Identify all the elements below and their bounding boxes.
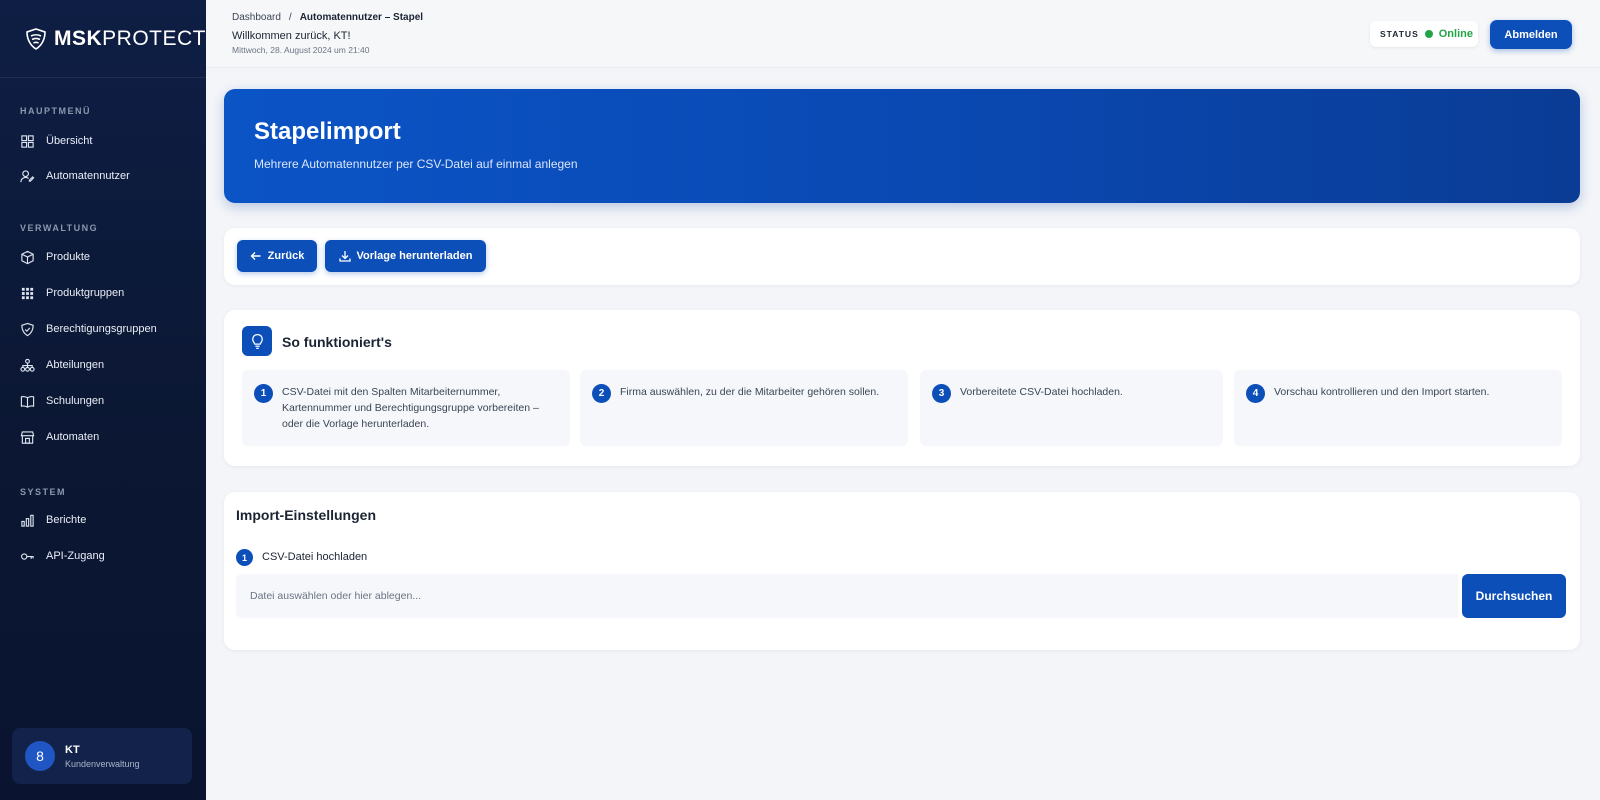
shield-logo-icon [26, 27, 46, 50]
upload-step-number: 1 [236, 549, 253, 566]
upload-label: CSV-Datei hochladen [262, 551, 368, 563]
key-icon [21, 552, 34, 560]
back-button-label: Zurück [267, 250, 305, 262]
step-text: Firma auswählen, zu der die Mitarbeiter … [620, 386, 880, 398]
step-text: Vorbereitete CSV-Datei hochladen. [960, 386, 1123, 398]
page-subtitle: Mehrere Automatennutzer per CSV-Datei au… [254, 157, 578, 171]
actions-card: Zurück Vorlage herunterladen [224, 228, 1580, 285]
step-card-1: 1 CSV-Datei mit den Spalten Mitarbeitern… [242, 370, 570, 446]
bar-chart-icon [21, 514, 34, 527]
breadcrumb: Dashboard / Automatennutzer – Stapel [232, 12, 423, 23]
box-icon [21, 250, 34, 264]
browse-button[interactable]: Durchsuchen [1462, 574, 1566, 618]
sidebar-item-api-zugang[interactable]: API-Zugang [0, 539, 206, 573]
file-drop-input[interactable] [236, 574, 1458, 618]
page-title: Stapelimport [254, 118, 401, 145]
brand-logo[interactable]: MSKPROTECT [0, 0, 206, 78]
step-card-3: 3 Vorbereitete CSV-Datei hochladen. [920, 370, 1223, 446]
breadcrumb-current: Automatennutzer – Stapel [299, 12, 424, 23]
sidebar-item-berichte[interactable]: Berichte [0, 503, 206, 537]
status-label: STATUS [1380, 29, 1419, 39]
lightbulb-icon [251, 333, 263, 349]
step-number: 4 [1246, 384, 1265, 403]
welcome-text: Willkommen zurück, KT! [232, 30, 351, 42]
section-hauptmenu: HAUPTMENÜ [20, 106, 91, 116]
lightbulb-icon-box [242, 326, 272, 356]
logout-button[interactable]: Abmelden [1490, 20, 1572, 49]
download-icon [338, 251, 351, 262]
dots-grid-icon [21, 287, 34, 299]
store-icon [20, 430, 35, 444]
brand-name: MSKPROTECT [53, 26, 206, 50]
import-settings-title: Import-Einstellungen [236, 507, 376, 523]
sidebar-item-schulungen[interactable]: Schulungen [0, 384, 206, 418]
step-card-4: 4 Vorschau kontrollieren und den Import … [1234, 370, 1562, 446]
sidebar-item-label: Übersicht [46, 135, 93, 147]
user-name: KT [65, 743, 80, 756]
grid-icon [21, 134, 34, 148]
breadcrumb-root[interactable]: Dashboard [232, 12, 281, 23]
book-icon [20, 395, 35, 408]
avatar: 8 [25, 741, 55, 771]
arrow-left-icon [250, 252, 261, 260]
step-number: 1 [254, 384, 273, 403]
status-value: Online [1438, 28, 1473, 40]
sidebar-item-uebersicht[interactable]: Übersicht [0, 124, 206, 158]
sidebar-item-label: Schulungen [46, 395, 105, 407]
sidebar-item-label: Abteilungen [46, 359, 105, 371]
user-role: Kundenverwaltung [65, 758, 140, 769]
section-verwaltung: VERWALTUNG [20, 223, 99, 233]
download-template-button[interactable]: Vorlage herunterladen [325, 240, 486, 272]
how-it-works-card: So funktioniert's 1 CSV-Datei mit den Sp… [224, 310, 1580, 466]
section-system: SYSTEM [20, 487, 67, 497]
status-badge: STATUS Online [1370, 21, 1478, 47]
sidebar-item-label: Produktgruppen [46, 287, 125, 299]
sidebar-item-label: Berechtigungsgruppen [46, 323, 157, 335]
page-hero: Stapelimport Mehrere Automatennutzer per… [224, 89, 1580, 203]
breadcrumb-separator: / [288, 12, 292, 23]
sidebar-item-label: Automaten [46, 431, 100, 443]
sidebar: MSKPROTECT HAUPTMENÜ Übersicht Automaten… [0, 0, 206, 800]
user-card[interactable]: 8 KT Kundenverwaltung [12, 728, 192, 784]
status-dot-icon [1424, 30, 1433, 38]
sidebar-item-automatennutzer[interactable]: Automatennutzer [0, 159, 206, 193]
step-number: 3 [932, 384, 951, 403]
import-settings-card: Import-Einstellungen 1 CSV-Datei hochlad… [224, 492, 1580, 650]
step-text: Vorschau kontrollieren und den Import st… [1274, 386, 1490, 398]
step-number: 2 [592, 384, 611, 403]
user-edit-icon [20, 169, 35, 182]
download-template-label: Vorlage herunterladen [356, 250, 473, 262]
sidebar-item-label: API-Zugang [46, 550, 105, 562]
back-button[interactable]: Zurück [237, 240, 317, 272]
sidebar-item-automaten[interactable]: Automaten [0, 420, 206, 454]
datetime-text: Mittwoch, 28. August 2024 um 21:40 [232, 45, 370, 55]
how-it-works-title: So funktioniert's [282, 334, 392, 350]
sidebar-item-berechtigungsgruppen[interactable]: Berechtigungsgruppen [0, 312, 206, 346]
sidebar-item-label: Produkte [46, 251, 91, 263]
step-text: CSV-Datei mit den Spalten Mitarbeiternum… [282, 386, 539, 430]
sidebar-item-produkte[interactable]: Produkte [0, 240, 206, 274]
org-chart-icon [20, 358, 35, 372]
step-card-2: 2 Firma auswählen, zu der die Mitarbeite… [580, 370, 908, 446]
sidebar-item-label: Berichte [46, 514, 87, 526]
sidebar-item-abteilungen[interactable]: Abteilungen [0, 348, 206, 382]
top-header: Dashboard / Automatennutzer – Stapel Wil… [206, 0, 1600, 68]
shield-check-icon [21, 322, 34, 336]
sidebar-item-produktgruppen[interactable]: Produktgruppen [0, 276, 206, 310]
sidebar-item-label: Automatennutzer [46, 170, 130, 182]
